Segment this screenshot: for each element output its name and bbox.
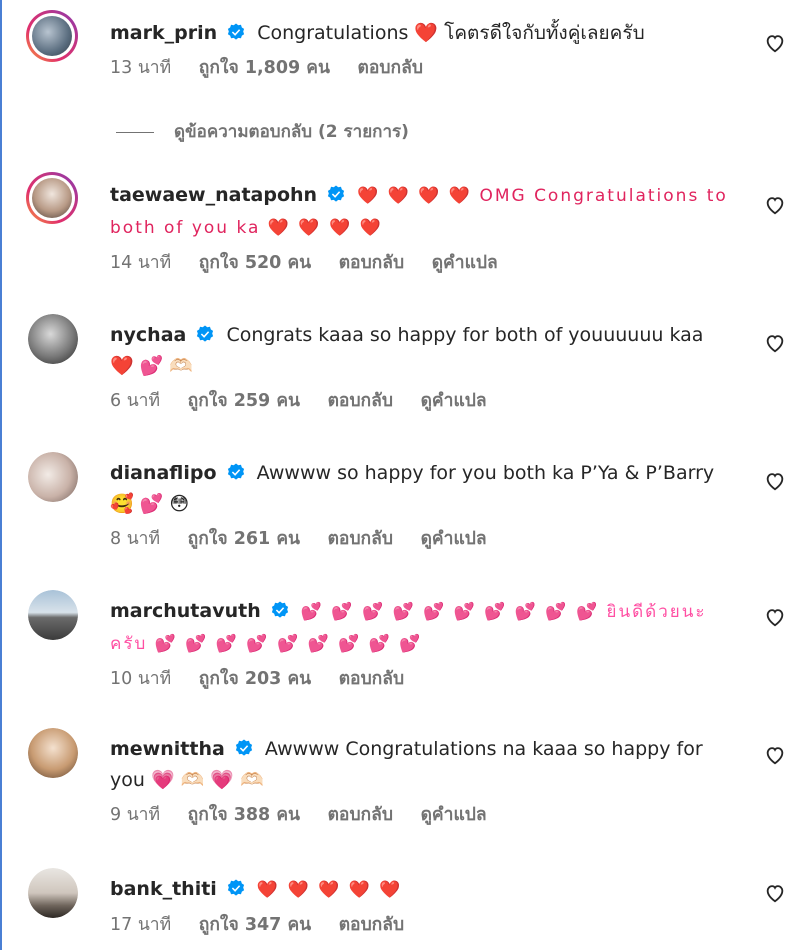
likes-count[interactable]: ถูกใจ 347 คน bbox=[199, 915, 311, 935]
comment-body: Congratulations ❤️ โคตรดีใจกับทั้งคู่เลย… bbox=[257, 22, 645, 44]
comment-text: dianaflipo Awwww so happy for you both k… bbox=[110, 458, 730, 520]
heart-icon[interactable] bbox=[764, 194, 786, 216]
heart-icon[interactable] bbox=[764, 882, 786, 904]
comment-body: ❤️ ❤️ ❤️ ❤️ ❤️ bbox=[256, 880, 403, 900]
reply-button[interactable]: ตอบกลับ bbox=[328, 529, 393, 549]
comment-time: 14 นาที bbox=[110, 253, 172, 273]
comment-meta: 13 นาที ถูกใจ 1,809 คน ตอบกลับ bbox=[110, 53, 730, 81]
verified-badge-icon bbox=[197, 325, 214, 342]
see-translation-button[interactable]: ดูคำแปล bbox=[421, 391, 487, 411]
heart-icon[interactable] bbox=[764, 32, 786, 54]
comment-meta: 9 นาที ถูกใจ 388 คน ตอบกลับ ดูคำแปล bbox=[110, 800, 730, 828]
avatar[interactable] bbox=[28, 590, 78, 640]
comment-text: bank_thiti ❤️ ❤️ ❤️ ❤️ ❤️ bbox=[110, 874, 730, 906]
comment-meta: 17 นาที ถูกใจ 347 คน ตอบกลับ bbox=[110, 910, 730, 938]
likes-count[interactable]: ถูกใจ 261 คน bbox=[188, 529, 300, 549]
comment-text: nychaa Congrats kaaa so happy for both o… bbox=[110, 320, 730, 382]
see-translation-button[interactable]: ดูคำแปล bbox=[421, 529, 487, 549]
see-translation-button[interactable]: ดูคำแปล bbox=[432, 253, 498, 273]
heart-icon[interactable] bbox=[764, 332, 786, 354]
likes-count[interactable]: ถูกใจ 203 คน bbox=[199, 669, 311, 689]
verified-badge-icon bbox=[227, 463, 244, 480]
reply-button[interactable]: ตอบกลับ bbox=[339, 669, 404, 689]
avatar[interactable] bbox=[28, 314, 78, 364]
see-translation-button[interactable]: ดูคำแปล bbox=[421, 805, 487, 825]
comment-meta: 14 นาที ถูกใจ 520 คน ตอบกลับ ดูคำแปล bbox=[110, 248, 730, 276]
view-replies-button[interactable]: ดูข้อความตอบกลับ (2 รายการ) bbox=[116, 118, 409, 145]
avatar[interactable] bbox=[28, 728, 78, 778]
comment-text: mark_prin Congratulations ❤️ โคตรดีใจกับ… bbox=[110, 18, 730, 49]
username[interactable]: mark_prin bbox=[110, 22, 217, 44]
comment-time: 9 นาที bbox=[110, 805, 161, 825]
avatar[interactable] bbox=[26, 172, 78, 224]
reply-button[interactable]: ตอบกลับ bbox=[328, 805, 393, 825]
comment-text: mewnittha Awwww Congratulations na kaaa … bbox=[110, 734, 730, 796]
username[interactable]: mewnittha bbox=[110, 738, 225, 760]
comment-time: 8 นาที bbox=[110, 529, 161, 549]
verified-badge-icon bbox=[227, 879, 244, 896]
username[interactable]: bank_thiti bbox=[110, 878, 217, 900]
verified-badge-icon bbox=[228, 23, 245, 40]
avatar[interactable] bbox=[26, 10, 78, 62]
likes-count[interactable]: ถูกใจ 259 คน bbox=[188, 391, 300, 411]
heart-icon[interactable] bbox=[764, 606, 786, 628]
username[interactable]: marchutavuth bbox=[110, 600, 261, 622]
comment-meta: 6 นาที ถูกใจ 259 คน ตอบกลับ ดูคำแปล bbox=[110, 386, 730, 414]
verified-badge-icon bbox=[235, 739, 252, 756]
heart-icon[interactable] bbox=[764, 470, 786, 492]
likes-count[interactable]: ถูกใจ 520 คน bbox=[199, 253, 311, 273]
likes-count[interactable]: ถูกใจ 1,809 คน bbox=[199, 58, 330, 78]
replies-line bbox=[116, 131, 154, 133]
comment-time: 13 นาที bbox=[110, 58, 172, 78]
likes-count[interactable]: ถูกใจ 388 คน bbox=[188, 805, 300, 825]
comment-text: taewaew_natapohn ❤️ ❤️ ❤️ ❤️ OMG Congrat… bbox=[110, 180, 730, 244]
reply-button[interactable]: ตอบกลับ bbox=[339, 253, 404, 273]
comment-meta: 8 นาที ถูกใจ 261 คน ตอบกลับ ดูคำแปล bbox=[110, 524, 730, 552]
avatar[interactable] bbox=[28, 868, 78, 918]
comment-meta: 10 นาที ถูกใจ 203 คน ตอบกลับ bbox=[110, 664, 730, 692]
reply-button[interactable]: ตอบกลับ bbox=[328, 391, 393, 411]
window-edge bbox=[0, 0, 2, 950]
comment-time: 10 นาที bbox=[110, 669, 172, 689]
comment-time: 17 นาที bbox=[110, 915, 172, 935]
reply-button[interactable]: ตอบกลับ bbox=[358, 58, 423, 78]
heart-icon[interactable] bbox=[764, 744, 786, 766]
verified-badge-icon bbox=[271, 601, 288, 618]
comment-time: 6 นาที bbox=[110, 391, 161, 411]
avatar[interactable] bbox=[28, 452, 78, 502]
username[interactable]: nychaa bbox=[110, 324, 186, 346]
view-replies-label: ดูข้อความตอบกลับ (2 รายการ) bbox=[174, 122, 409, 142]
verified-badge-icon bbox=[328, 185, 345, 202]
reply-button[interactable]: ตอบกลับ bbox=[339, 915, 404, 935]
username[interactable]: taewaew_natapohn bbox=[110, 184, 317, 206]
username[interactable]: dianaflipo bbox=[110, 462, 217, 484]
comment-text: marchutavuth 💕 💕 💕 💕 💕 💕 💕 💕 💕 💕 ยินดีด้… bbox=[110, 596, 730, 660]
